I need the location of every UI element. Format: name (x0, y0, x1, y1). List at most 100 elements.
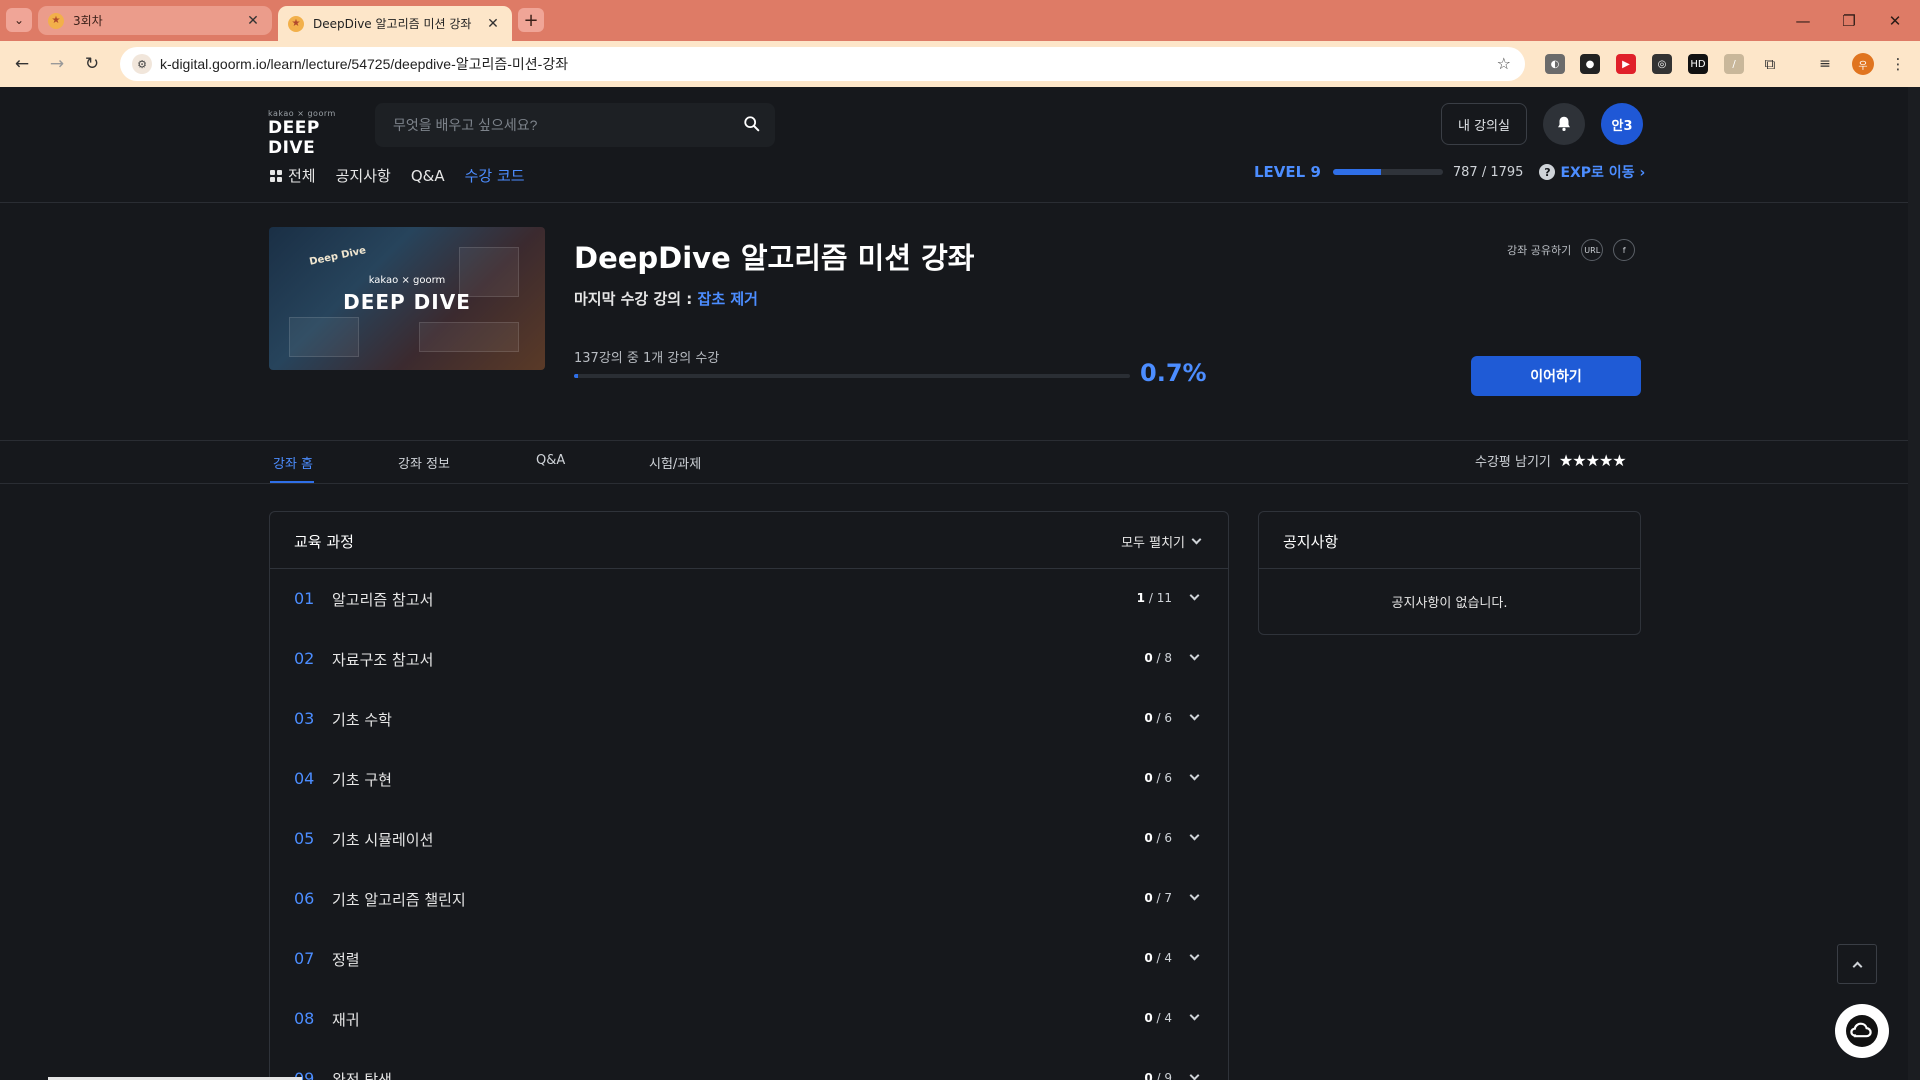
new-tab-plus-icon[interactable]: + (518, 8, 544, 32)
media-control-icon[interactable]: ≡ (1815, 54, 1835, 74)
section-number: 06 (294, 889, 315, 908)
search-icon[interactable] (743, 115, 761, 133)
curriculum-row[interactable]: 05 기초 시뮬레이션 0 / 6 (270, 809, 1228, 869)
curriculum-row[interactable]: 03 기초 수학 0 / 6 (270, 689, 1228, 749)
browser-tab-inactive[interactable]: ★ 3회차 ✕ (38, 6, 272, 35)
chevron-down-icon[interactable] (1189, 590, 1200, 601)
active-tab-indicator (270, 481, 314, 483)
address-bar[interactable]: ⚙ k-digital.goorm.io/learn/lecture/54725… (120, 47, 1525, 81)
curriculum-row[interactable]: 08 재귀 0 / 4 (270, 989, 1228, 1049)
progress-percent: 0.7% (1140, 359, 1207, 387)
notice-panel: 공지사항 공지사항이 없습니다. (1258, 511, 1641, 635)
tab-course-info[interactable]: 강좌 정보 (398, 453, 450, 472)
help-icon[interactable]: ? (1539, 164, 1556, 180)
continue-button[interactable]: 이어하기 (1471, 356, 1641, 396)
progress-text: 137강의 중 1개 강의 수강 (574, 351, 720, 366)
share-url-icon[interactable]: URL (1581, 239, 1604, 261)
notification-button[interactable] (1543, 103, 1585, 145)
tab-course-home[interactable]: 강좌 홈 (273, 453, 313, 472)
course-progress-bar (574, 374, 1130, 378)
extension-icon[interactable]: ● (1580, 54, 1600, 74)
section-done: 0 (1144, 1011, 1153, 1025)
curriculum-row[interactable]: 06 기초 알고리즘 챌린지 0 / 7 (270, 869, 1228, 929)
bookmark-star-icon[interactable]: ☆ (1497, 54, 1511, 73)
chevron-down-icon[interactable] (1189, 950, 1200, 961)
chevron-down-icon[interactable] (1189, 1010, 1200, 1021)
section-number: 05 (294, 829, 315, 848)
chevron-down-icon[interactable] (1189, 1070, 1200, 1080)
section-done: 0 (1144, 891, 1153, 905)
chevron-down-icon[interactable] (1189, 830, 1200, 841)
bell-icon (1558, 116, 1570, 132)
section-name: 알고리즘 참고서 (332, 591, 434, 609)
section-number: 03 (294, 709, 315, 728)
chevron-down-icon[interactable] (1189, 710, 1200, 721)
extension-icon[interactable]: / (1724, 54, 1744, 74)
tab-exams[interactable]: 시험/과제 (649, 453, 701, 472)
nav-all[interactable]: 전체 (270, 165, 316, 186)
section-done: 0 (1144, 771, 1153, 785)
chevron-down-icon[interactable] (1189, 770, 1200, 781)
last-lecture-link[interactable]: 잡초 제거 (698, 290, 758, 308)
minimize-icon[interactable]: — (1780, 0, 1826, 41)
share-section: 강좌 공유하기 URL f (1507, 239, 1636, 261)
curriculum-row[interactable]: 01 알고리즘 참고서 1 / 11 (270, 569, 1228, 629)
nav-course-code[interactable]: 수강 코드 (465, 165, 525, 186)
share-facebook-icon[interactable]: f (1613, 239, 1636, 261)
section-total: / 9 (1156, 1071, 1173, 1080)
level-label: LEVEL 9 (1254, 163, 1321, 181)
section-number: 01 (294, 589, 315, 608)
browser-tab-active[interactable]: ★ DeepDive 알고리즘 미션 강좌 ✕ (278, 6, 512, 41)
reload-icon[interactable]: ↻ (78, 50, 106, 78)
exp-link[interactable]: EXP로 이동 › (1560, 162, 1645, 182)
back-arrow-icon[interactable]: ← (8, 50, 36, 78)
chevron-down-icon[interactable] (1189, 890, 1200, 901)
curriculum-row[interactable]: 02 자료구조 참고서 0 / 8 (270, 629, 1228, 689)
tab-qna[interactable]: Q&A (536, 453, 565, 468)
exp-bar (1332, 169, 1443, 175)
section-progress: 0 / 6 (1144, 831, 1172, 845)
nav-notice[interactable]: 공지사항 (336, 165, 391, 186)
tab-close-icon[interactable]: ✕ (484, 16, 502, 32)
tab-list-chevron-icon[interactable]: ⌄ (6, 8, 32, 32)
site-info-icon[interactable]: ⚙ (132, 54, 152, 74)
section-progress: 0 / 6 (1144, 711, 1172, 725)
browser-menu-icon[interactable]: ⋮ (1888, 54, 1908, 74)
deepdive-logo[interactable]: kakao × goorm DEEP DIVE (268, 109, 358, 158)
thumbnail-decoration (289, 317, 359, 357)
curriculum-row[interactable]: 09 완전 탐색 0 / 9 (270, 1049, 1228, 1080)
scroll-top-button[interactable] (1837, 944, 1877, 984)
star-rating-icon[interactable]: ★★★★★ (1559, 451, 1627, 470)
close-window-icon[interactable]: ✕ (1872, 0, 1918, 41)
extension-shield-icon[interactable]: ▶ (1616, 54, 1636, 74)
last-lecture: 마지막 수강 강의 : 잡초 제거 (574, 288, 758, 309)
section-name: 자료구조 참고서 (332, 651, 434, 669)
exp-link-label: EXP로 이동 (1560, 165, 1635, 181)
thumbnail-decoration (419, 322, 519, 352)
page-scrollbar[interactable] (1908, 87, 1920, 1080)
curriculum-header: 교육 과정 모두 펼치기 (270, 512, 1228, 569)
search-input[interactable] (393, 117, 723, 133)
section-progress: 0 / 6 (1144, 771, 1172, 785)
extension-icon[interactable]: ◎ (1652, 54, 1672, 74)
tab-close-icon[interactable]: ✕ (244, 13, 262, 29)
user-avatar[interactable]: 안3 (1601, 103, 1643, 145)
my-classroom-button[interactable]: 내 강의실 (1441, 103, 1527, 145)
forward-arrow-icon[interactable]: → (43, 50, 71, 78)
cloud-button[interactable] (1835, 1004, 1889, 1058)
curriculum-row[interactable]: 07 정렬 0 / 4 (270, 929, 1228, 989)
curriculum-row[interactable]: 04 기초 구현 0 / 6 (270, 749, 1228, 809)
section-name: 기초 알고리즘 챌린지 (332, 891, 466, 909)
section-total: / 11 (1148, 591, 1172, 605)
nav-qna[interactable]: Q&A (411, 167, 445, 185)
extensions-puzzle-icon[interactable]: ⧉ (1760, 54, 1780, 74)
browser-profile-avatar[interactable]: 우 (1852, 53, 1874, 75)
review-button[interactable]: 수강평 남기기 ★★★★★ (1475, 451, 1627, 470)
restore-icon[interactable]: ❐ (1826, 0, 1872, 41)
section-name: 정렬 (332, 951, 360, 969)
cloud-icon (1846, 1015, 1878, 1047)
expand-all-button[interactable]: 모두 펼치기 (1121, 532, 1202, 551)
chevron-down-icon[interactable] (1189, 650, 1200, 661)
extension-hd-icon[interactable]: HD (1688, 54, 1708, 74)
extension-icon[interactable]: ◐ (1545, 54, 1565, 74)
